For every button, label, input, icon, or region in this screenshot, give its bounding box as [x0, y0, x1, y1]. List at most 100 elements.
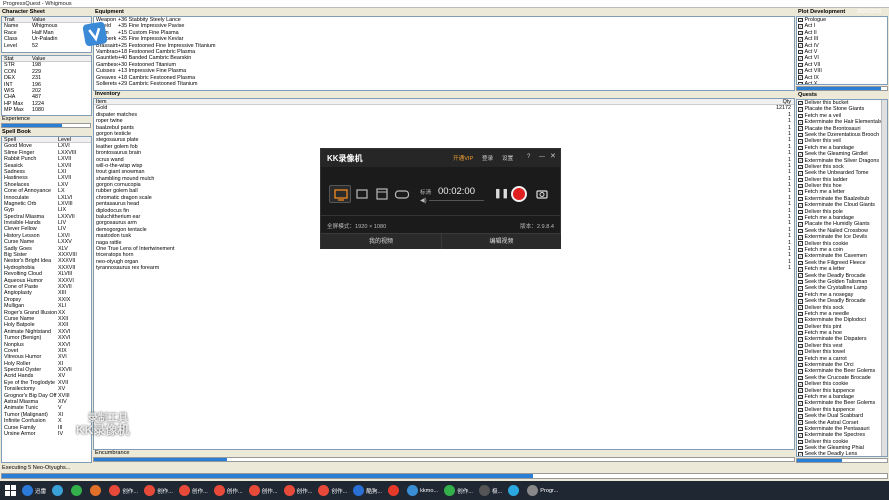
checkbox-checked-icon[interactable]: ✓: [798, 311, 803, 317]
taskbar-app-button[interactable]: 创作...: [177, 483, 210, 498]
taskbar-app-button[interactable]: 创作...: [282, 483, 315, 498]
checkbox-checked-icon[interactable]: ✓: [798, 445, 803, 451]
vip-link[interactable]: 开通VIP: [453, 154, 473, 162]
checkbox-checked-icon[interactable]: ✓: [798, 139, 803, 144]
checkbox-checked-icon[interactable]: ✓: [798, 299, 803, 304]
checkbox-checked-icon[interactable]: ✓: [798, 132, 803, 138]
checkbox-checked-icon[interactable]: ✓: [798, 215, 803, 221]
start-button[interactable]: [2, 483, 18, 498]
checkbox-checked-icon[interactable]: ✓: [798, 158, 803, 163]
checkbox-checked-icon[interactable]: ✓: [798, 241, 803, 246]
volume-slider[interactable]: [429, 200, 484, 201]
settings-link[interactable]: 设置: [502, 154, 513, 162]
taskbar-app-button[interactable]: [88, 483, 105, 498]
minimize-icon[interactable]: —: [539, 154, 545, 160]
checkbox-checked-icon[interactable]: ✓: [798, 152, 803, 157]
checkbox-checked-icon[interactable]: ✓: [798, 100, 803, 106]
checkbox-checked-icon[interactable]: ✓: [798, 164, 803, 170]
taskbar-app-button[interactable]: [386, 483, 403, 498]
taskbar-app-button[interactable]: 创作...: [107, 483, 140, 498]
checkbox-checked-icon[interactable]: ✓: [798, 350, 803, 355]
checkbox-checked-icon[interactable]: ✓: [798, 330, 803, 336]
taskbar-app-button[interactable]: kkmo...: [405, 483, 440, 498]
login-link[interactable]: 登录: [482, 154, 493, 162]
spellbook-list[interactable]: Spell Level Good Move LXVI Slime Finger LXXVI…: [1, 136, 92, 463]
quests-scrollbar[interactable]: [881, 100, 887, 456]
taskbar-app-button[interactable]: [50, 483, 67, 498]
taskbar-app-button[interactable]: 创作...: [316, 483, 349, 498]
help-icon[interactable]: ?: [527, 154, 530, 160]
checkbox-checked-icon[interactable]: ✓: [798, 75, 803, 80]
checkbox-checked-icon[interactable]: ✓: [798, 17, 803, 23]
checkbox-checked-icon[interactable]: ✓: [798, 203, 803, 208]
checkbox-checked-icon[interactable]: ✓: [798, 69, 803, 74]
checkbox-checked-icon[interactable]: ✓: [798, 267, 803, 272]
checkbox-checked-icon[interactable]: ✓: [798, 62, 803, 68]
volume-icon[interactable]: ◀): [420, 197, 427, 204]
my-videos-button[interactable]: 我的视频: [321, 233, 441, 249]
checkbox-checked-icon[interactable]: ✓: [798, 324, 803, 330]
checkbox-checked-icon[interactable]: ✓: [798, 292, 803, 298]
checkbox-checked-icon[interactable]: ✓: [798, 81, 803, 84]
checkbox-checked-icon[interactable]: ✓: [798, 24, 803, 29]
quests-list[interactable]: ✓ Deliver this bucket ✓ Placate the Stone G…: [796, 99, 888, 457]
edit-video-button[interactable]: 编辑视频: [441, 233, 561, 249]
checkbox-checked-icon[interactable]: ✓: [798, 388, 803, 393]
pause-icon[interactable]: ❚❚: [494, 188, 509, 199]
screenshot-camera-icon[interactable]: [536, 188, 548, 199]
game-mode-icon[interactable]: [394, 187, 410, 201]
checkbox-checked-icon[interactable]: ✓: [798, 305, 803, 310]
checkbox-checked-icon[interactable]: ✓: [798, 107, 803, 112]
checkbox-checked-icon[interactable]: ✓: [798, 375, 803, 381]
taskbar-app-button[interactable]: 创作...: [212, 483, 245, 498]
checkbox-checked-icon[interactable]: ✓: [798, 426, 803, 432]
inventory-row[interactable]: tyrannosaurus rex forearm 1: [94, 265, 794, 271]
checkbox-checked-icon[interactable]: ✓: [798, 273, 803, 278]
checkbox-checked-icon[interactable]: ✓: [798, 196, 803, 202]
checkbox-checked-icon[interactable]: ✓: [798, 369, 803, 374]
checkbox-checked-icon[interactable]: ✓: [798, 356, 803, 362]
checkbox-checked-icon[interactable]: ✓: [798, 414, 803, 419]
taskbar-app-button[interactable]: Progr...: [525, 483, 560, 498]
checkbox-checked-icon[interactable]: ✓: [798, 43, 803, 48]
checkbox-checked-icon[interactable]: ✓: [798, 420, 803, 425]
checkbox-checked-icon[interactable]: ✓: [798, 235, 803, 240]
checkbox-checked-icon[interactable]: ✓: [798, 228, 803, 234]
checkbox-checked-icon[interactable]: ✓: [798, 337, 803, 342]
checkbox-checked-icon[interactable]: ✓: [798, 171, 803, 176]
taskbar-app-button[interactable]: [69, 483, 86, 498]
recorder-window[interactable]: KK录像机 开通VIP 登录 设置 ? — ✕ 标清 ◀) 00:02:00 ❚…: [320, 148, 561, 249]
window-mode-icon[interactable]: [375, 187, 389, 201]
plot-act[interactable]: ✓ Act X: [797, 81, 887, 84]
fullscreen-mode-icon[interactable]: [329, 185, 351, 203]
checkbox-checked-icon[interactable]: ✓: [798, 120, 803, 125]
checkbox-checked-icon[interactable]: ✓: [798, 222, 803, 227]
checkbox-checked-icon[interactable]: ✓: [798, 247, 803, 253]
taskbar-app-button[interactable]: 迅雷: [20, 483, 48, 498]
region-mode-icon[interactable]: [355, 187, 369, 201]
checkbox-checked-icon[interactable]: ✓: [798, 260, 803, 266]
taskbar-app-button[interactable]: 创作...: [247, 483, 280, 498]
checkbox-checked-icon[interactable]: ✓: [798, 433, 803, 438]
quest-item[interactable]: ✓ Seek the Deadly Lens: [797, 451, 887, 456]
checkbox-checked-icon[interactable]: ✓: [798, 37, 803, 42]
taskbar-app-button[interactable]: 创作...: [442, 483, 475, 498]
checkbox-checked-icon[interactable]: ✓: [798, 286, 803, 291]
checkbox-checked-icon[interactable]: ✓: [798, 209, 803, 215]
system-clock[interactable]: 23:58 2026/2/28: [857, 2, 881, 16]
checkbox-checked-icon[interactable]: ✓: [798, 113, 803, 119]
checkbox-checked-icon[interactable]: ✓: [798, 318, 803, 323]
checkbox-checked-icon[interactable]: ✓: [798, 177, 803, 183]
stop-record-button[interactable]: [511, 186, 527, 202]
checkbox-checked-icon[interactable]: ✓: [798, 407, 803, 413]
taskbar-app-button[interactable]: 极...: [477, 483, 504, 498]
checkbox-checked-icon[interactable]: ✓: [798, 362, 803, 368]
taskbar-app-button[interactable]: [506, 483, 523, 498]
checkbox-checked-icon[interactable]: ✓: [798, 279, 803, 285]
checkbox-checked-icon[interactable]: ✓: [798, 49, 803, 55]
checkbox-checked-icon[interactable]: ✓: [798, 30, 803, 36]
taskbar-app-button[interactable]: 酷狗...: [351, 483, 384, 498]
close-icon[interactable]: ✕: [550, 152, 556, 160]
taskbar-app-button[interactable]: 创作...: [142, 483, 175, 498]
checkbox-checked-icon[interactable]: ✓: [798, 183, 803, 189]
